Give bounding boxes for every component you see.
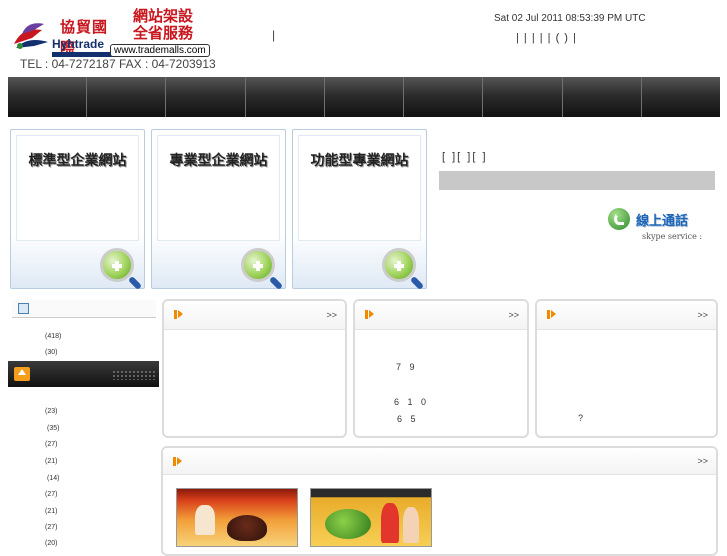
- magnifier-handle-icon: [409, 275, 425, 291]
- nav-item-7[interactable]: [483, 77, 563, 117]
- category-count[interactable]: (27): [45, 441, 57, 448]
- panel-text[interactable]: 6 5: [397, 414, 419, 424]
- logo-mark-icon: [12, 14, 52, 54]
- thumbnail-figure: [403, 507, 419, 543]
- product-title: 專業型企業網站: [169, 153, 268, 169]
- category-count[interactable]: (20): [45, 540, 57, 547]
- nav-item-6[interactable]: [404, 77, 484, 117]
- category-count[interactable]: (27): [45, 491, 57, 498]
- dot-pattern: [112, 370, 156, 380]
- product-title: 標準型企業網站: [28, 153, 127, 169]
- arrow-up-icon[interactable]: [14, 367, 30, 381]
- product-title: 功能型專業網站: [310, 153, 409, 169]
- panel-text[interactable]: 7 9: [396, 362, 418, 372]
- thumbnail-food: [227, 515, 267, 541]
- current-datetime: Sat 02 Jul 2011 08:53:39 PM UTC: [494, 13, 646, 24]
- zoom-plus-icon[interactable]: [382, 248, 416, 282]
- nav-item-8[interactable]: [563, 77, 642, 117]
- nav-item-1[interactable]: [8, 77, 88, 117]
- zoom-plus-icon[interactable]: [100, 248, 134, 282]
- template-thumbnail-2[interactable]: [310, 488, 432, 547]
- gray-bar: [439, 171, 715, 190]
- category-count[interactable]: (27): [45, 524, 57, 531]
- sidebar-dark-header: [8, 361, 159, 387]
- logo-english-name: Hyhtrade: [52, 37, 105, 51]
- arrow-right-icon: [173, 457, 182, 466]
- category-count[interactable]: (30): [45, 349, 57, 356]
- panel-header: >>: [537, 301, 716, 330]
- nav-item-3[interactable]: [166, 77, 246, 117]
- template-thumbnail-1[interactable]: [176, 488, 298, 547]
- contact-telfax: TEL : 04-7272187 FAX : 04-7203913: [20, 57, 216, 71]
- panel-header: >>: [163, 448, 716, 475]
- nav-item-2[interactable]: [87, 77, 167, 117]
- category-count[interactable]: (21): [45, 458, 57, 465]
- slogan-line-1: 網站架設: [132, 7, 193, 25]
- product-box-professional[interactable]: 專業型企業網站: [151, 129, 286, 291]
- top-links[interactable]: | | | | | ( ) |: [516, 32, 577, 44]
- product-box-standard[interactable]: 標準型企業網站: [10, 129, 145, 291]
- thumbnail-figure: [195, 505, 215, 535]
- header-separator: |: [272, 28, 276, 42]
- category-count[interactable]: (23): [45, 408, 57, 415]
- category-count[interactable]: (418): [45, 333, 61, 340]
- content-panel-3: >>: [535, 299, 718, 438]
- thumbnail-figure: [381, 503, 399, 543]
- magnifier-handle-icon: [127, 275, 143, 291]
- more-link[interactable]: >>: [697, 456, 708, 466]
- more-link[interactable]: >>: [508, 310, 519, 320]
- arrow-right-icon: [547, 310, 556, 319]
- magnifier-handle-icon: [268, 275, 284, 291]
- panel-text[interactable]: ?: [578, 413, 586, 423]
- product-box-functional[interactable]: 功能型專業網站: [292, 129, 427, 291]
- nav-item-5[interactable]: [325, 77, 405, 117]
- skype-service-label: skype service :: [642, 232, 703, 241]
- zoom-plus-icon[interactable]: [241, 248, 275, 282]
- nav-item-4[interactable]: [246, 77, 325, 117]
- panel-text[interactable]: 6 1 0: [394, 397, 429, 407]
- logo-url: www.trademalls.com: [110, 44, 210, 57]
- main-nav: [8, 77, 720, 117]
- phone-icon[interactable]: [608, 208, 630, 230]
- slogan-line-2: 全省服務: [132, 24, 193, 42]
- panel-header: >>: [355, 301, 527, 330]
- sidebar-box-icon: [18, 303, 29, 314]
- site-logo[interactable]: 協貿國際 Hyhtrade 網站架設 全省服務 www.trademalls.c…: [12, 8, 210, 60]
- nav-item-9[interactable]: [642, 77, 720, 117]
- thumbnail-food: [325, 509, 371, 539]
- panel-header: >>: [164, 301, 345, 330]
- product-box-inner: 功能型專業網站: [298, 135, 421, 241]
- product-box-inner: 標準型企業網站: [16, 135, 139, 241]
- more-link[interactable]: >>: [697, 310, 708, 320]
- sidebar-header: [12, 300, 156, 318]
- bracket-links[interactable]: [ ][ ][ ]: [442, 151, 488, 163]
- arrow-right-icon: [174, 310, 183, 319]
- product-box-inner: 專業型企業網站: [157, 135, 280, 241]
- more-link[interactable]: >>: [326, 310, 337, 320]
- content-panel-2: >>: [353, 299, 529, 438]
- logo-slogan: 網站架設 全省服務: [124, 8, 202, 42]
- category-count[interactable]: (14): [47, 475, 59, 482]
- arrow-right-icon: [365, 310, 374, 319]
- content-panel-1: >>: [162, 299, 347, 438]
- category-count[interactable]: (21): [45, 508, 57, 515]
- category-count[interactable]: (35): [47, 425, 59, 432]
- skype-call-title[interactable]: 線上通話: [636, 210, 688, 229]
